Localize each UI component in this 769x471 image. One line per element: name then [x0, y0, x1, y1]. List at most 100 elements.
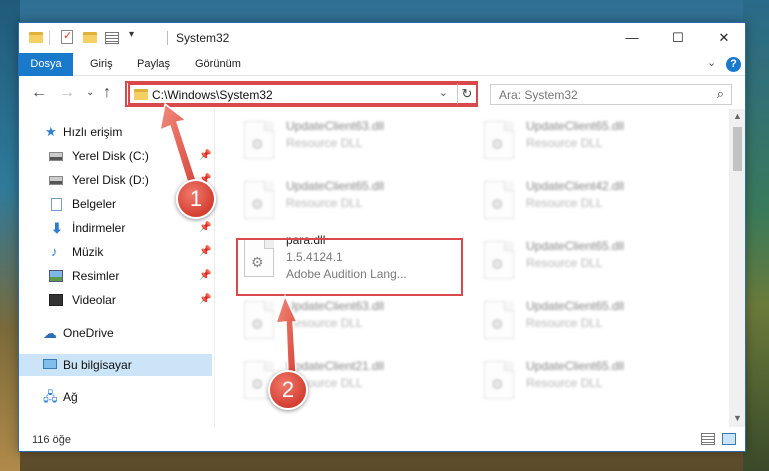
pin-icon[interactable]: 📌 — [199, 289, 211, 311]
close-button[interactable]: ✕ — [701, 23, 745, 53]
file-description: Resource DLL — [286, 316, 363, 330]
file-item-para-dll[interactable]: ⚙ para.dll 1.5.4124.1 Adobe Audition Lan… — [236, 229, 464, 293]
sidebar-item-local-disk-d[interactable]: Yerel Disk (D:) 📌 — [19, 169, 212, 191]
navigation-bar: ← → ⌄ ↑ C:\Windows\System32 ⌄ ↻ Ara: Sys… — [19, 79, 745, 109]
title-bar: ▾ System32 — ☐ ✕ — [19, 23, 745, 53]
dll-file-icon: ⚙ — [244, 301, 274, 339]
scroll-up-icon[interactable]: ▲ — [729, 111, 745, 121]
title-separator — [167, 31, 168, 45]
file-list: ⚙ UpdateClient63.dll Resource DLL ⚙ Upda… — [216, 109, 728, 427]
address-dropdown-icon[interactable]: ⌄ — [439, 86, 448, 99]
file-description: Resource DLL — [286, 136, 363, 150]
ribbon: Dosya Giriş Paylaş Görünüm ⌄ ? — [19, 53, 745, 76]
window-title: System32 — [176, 31, 230, 45]
sidebar-item-label: Ağ — [63, 390, 78, 404]
forward-arrow-icon[interactable]: → — [59, 84, 75, 102]
sidebar-item-downloads[interactable]: ⬇ İndirmeler 📌 — [19, 217, 212, 239]
disk-icon — [49, 152, 63, 161]
details-view-icon[interactable] — [701, 433, 715, 445]
quick-access-toolbar-icon[interactable] — [105, 32, 119, 44]
sidebar-item-label: Belgeler — [72, 197, 117, 211]
file-name: UpdateClient65.dll — [526, 119, 625, 133]
dll-file-icon: ⚙ — [484, 301, 514, 339]
tab-view[interactable]: Görünüm — [195, 53, 241, 76]
sidebar-item-label: OneDrive — [63, 326, 114, 340]
pin-icon[interactable]: 📌 — [199, 193, 211, 215]
pictures-icon — [49, 270, 63, 282]
sidebar-item-label: İndirmeler — [72, 221, 126, 235]
recent-locations-chevron-icon[interactable]: ⌄ — [86, 87, 94, 98]
new-folder-icon[interactable] — [83, 32, 97, 43]
sidebar-item-documents[interactable]: Belgeler 📌 — [19, 193, 212, 215]
quick-access-dropdown-icon[interactable]: ▾ — [129, 29, 134, 45]
file-item[interactable]: ⚙ UpdateClient65.dll Resource DLL — [476, 113, 704, 165]
minimize-button[interactable]: — — [609, 23, 655, 53]
sidebar-item-network[interactable]: 🖧 Ağ — [19, 386, 212, 408]
star-icon: ★ — [45, 124, 57, 139]
up-arrow-icon[interactable]: ↑ — [103, 84, 111, 102]
documents-icon — [51, 198, 62, 211]
chevron-down-icon[interactable]: ⌄ — [707, 56, 716, 69]
back-arrow-icon[interactable]: ← — [31, 84, 47, 102]
address-bar[interactable]: C:\Windows\System32 ⌄ — [128, 83, 478, 105]
file-item[interactable]: ⚙ UpdateClient65.dll Resource DLL — [476, 233, 704, 285]
file-description: Resource DLL — [526, 196, 603, 210]
pin-icon[interactable]: 📌 — [199, 217, 211, 239]
file-item[interactable]: ⚙ UpdateClient63.dll Resource DLL — [236, 113, 464, 165]
properties-check-icon[interactable] — [61, 29, 73, 44]
pin-icon[interactable]: 📌 — [199, 169, 211, 191]
file-name: UpdateClient65.dll — [526, 299, 625, 313]
search-box[interactable]: Ara: System32 ⌕ — [490, 84, 732, 105]
sidebar-item-this-pc[interactable]: Bu bilgisayar — [19, 354, 212, 376]
search-icon[interactable]: ⌕ — [717, 86, 724, 102]
maximize-button[interactable]: ☐ — [655, 23, 701, 53]
dll-file-icon: ⚙ — [244, 181, 274, 219]
vertical-scrollbar[interactable]: ▲ ▼ — [729, 109, 745, 427]
dll-file-icon: ⚙ — [484, 361, 514, 399]
pin-icon[interactable]: 📌 — [199, 145, 211, 167]
scroll-down-icon[interactable]: ▼ — [729, 413, 745, 423]
address-folder-icon — [134, 89, 148, 100]
item-count: 116 öğe — [32, 434, 71, 446]
file-item[interactable]: ⚙ UpdateClient21.dll Resource DLL — [236, 353, 464, 405]
desktop-background-left — [0, 0, 20, 471]
sidebar-item-local-disk-c[interactable]: Yerel Disk (C:) 📌 — [19, 145, 212, 167]
network-icon: 🖧 — [43, 389, 58, 404]
file-item[interactable]: ⚙ UpdateClient65.dll Resource DLL — [476, 293, 704, 345]
computer-icon — [43, 359, 57, 369]
file-name: para.dll — [286, 233, 326, 247]
pin-icon[interactable]: 📌 — [199, 265, 211, 287]
sidebar-item-videos[interactable]: Videolar 📌 — [19, 289, 212, 311]
file-description: Resource DLL — [526, 136, 603, 150]
dll-file-icon: ⚙ — [244, 239, 274, 277]
file-explorer-window: ▾ System32 — ☐ ✕ Dosya Giriş Paylaş Görü… — [18, 22, 746, 452]
tab-share[interactable]: Paylaş — [137, 53, 170, 76]
address-path[interactable]: C:\Windows\System32 — [152, 88, 273, 102]
large-icons-view-icon[interactable] — [722, 433, 736, 445]
pin-icon[interactable]: 📌 — [199, 241, 211, 263]
tab-home[interactable]: Giriş — [90, 53, 113, 76]
file-name: UpdateClient63.dll — [286, 119, 385, 133]
file-item[interactable]: ⚙ UpdateClient65.dll Resource DLL — [476, 353, 704, 405]
sidebar-item-music[interactable]: ♪ Müzik 📌 — [19, 241, 212, 263]
scrollbar-thumb[interactable] — [733, 127, 742, 171]
dll-file-icon: ⚙ — [484, 241, 514, 279]
file-name: UpdateClient42.dll — [526, 179, 625, 193]
dll-file-icon: ⚙ — [244, 121, 274, 159]
status-bar: 116 öğe — [19, 428, 745, 451]
folder-icon — [29, 32, 43, 43]
tab-file[interactable]: Dosya — [19, 53, 73, 76]
file-name: UpdateClient21.dll — [286, 359, 385, 373]
file-item[interactable]: ⚙ UpdateClient42.dll Resource DLL — [476, 173, 704, 225]
file-description: Resource DLL — [286, 376, 363, 390]
help-icon[interactable]: ? — [726, 57, 741, 72]
refresh-button[interactable]: ↻ — [457, 83, 478, 105]
videos-icon — [49, 294, 63, 306]
file-item[interactable]: ⚙ UpdateClient65.dll Resource DLL — [236, 173, 464, 225]
sidebar-item-pictures[interactable]: Resimler 📌 — [19, 265, 212, 287]
search-input[interactable]: Ara: System32 — [499, 88, 578, 102]
dll-file-icon: ⚙ — [484, 121, 514, 159]
file-item[interactable]: ⚙ UpdateClient63.dll Resource DLL — [236, 293, 464, 345]
sidebar-item-quick-access[interactable]: ★ Hızlı erişim — [19, 121, 212, 143]
sidebar-item-onedrive[interactable]: ☁ OneDrive — [19, 322, 212, 344]
